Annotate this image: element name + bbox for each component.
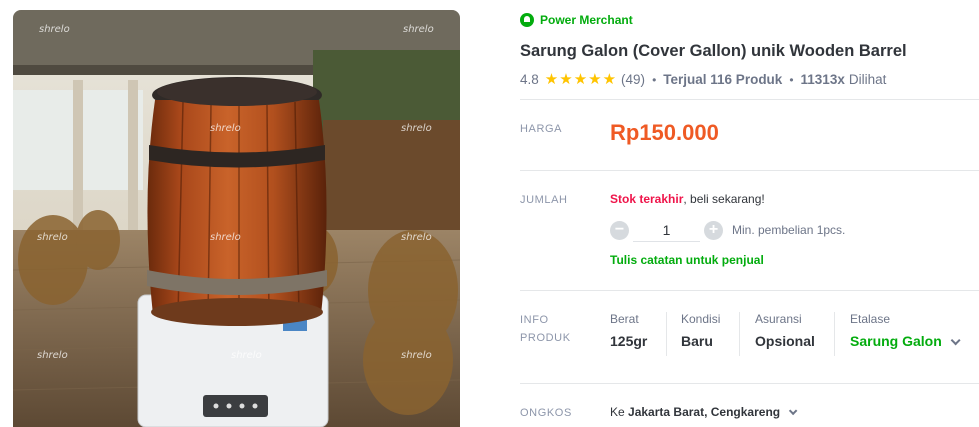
review-count-link[interactable]: (49) — [621, 72, 645, 87]
power-merchant-label: Power Merchant — [540, 13, 633, 27]
minimum-purchase-text: Min. pembelian 1pcs. — [732, 223, 846, 237]
info-berat: Berat 125gr — [610, 312, 647, 349]
chevron-down-icon — [788, 406, 798, 416]
stock-warning: Stok terakhir — [610, 192, 684, 206]
info-produk-label: INFO PRODUK — [520, 311, 571, 347]
star-icon: ★ — [573, 71, 588, 88]
watermark-text: shrelo — [401, 350, 432, 361]
divider — [520, 99, 979, 100]
berat-key: Berat — [610, 312, 639, 326]
info-label-line1: INFO — [520, 314, 549, 326]
star-icon: ★ — [544, 71, 559, 88]
etalase-key: Etalase — [850, 312, 891, 326]
divider — [520, 290, 979, 291]
view-count-suffix: Dilihat — [848, 72, 887, 87]
info-label-line2: PRODUK — [520, 332, 571, 344]
column-divider — [666, 312, 667, 356]
rating-value: 4.8 — [520, 72, 539, 87]
column-divider — [739, 312, 740, 356]
rating-stars: ★ ★ ★ ★ ★ — [545, 72, 617, 87]
increase-quantity-button[interactable]: + — [704, 220, 723, 240]
info-asuransi: Asuransi Opsional — [755, 312, 815, 349]
column-divider — [834, 312, 835, 356]
quantity-stepper: − 1 + Min. pembelian 1pcs. — [610, 218, 845, 242]
separator-dot: • — [652, 72, 657, 87]
watermark-text: shrelo — [403, 24, 434, 35]
shipping-prefix: Ke — [610, 405, 625, 419]
separator-dot: • — [789, 72, 794, 87]
product-price: Rp150.000 — [610, 120, 719, 145]
watermark-text: shrelo — [231, 350, 262, 361]
rating-row: 4.8 ★ ★ ★ ★ ★ (49) • Terjual 116 Produk … — [520, 72, 886, 87]
price-label: HARGA — [520, 123, 563, 135]
berat-value: 125gr — [610, 333, 648, 349]
watermark-text: shrelo — [37, 350, 68, 361]
divider — [520, 383, 979, 384]
star-icon: ★ — [602, 71, 617, 88]
watermark-text: shrelo — [401, 232, 432, 243]
asuransi-value: Opsional — [755, 333, 815, 349]
product-photo-illustration — [13, 10, 460, 427]
watermark-text: shrelo — [39, 24, 70, 35]
asuransi-key: Asuransi — [755, 312, 802, 326]
view-count: 11313x — [800, 72, 845, 87]
watermark-text: shrelo — [37, 232, 68, 243]
shipping-destination: Jakarta Barat, Cengkareng — [628, 405, 781, 419]
stock-message-rest: , beli sekarang! — [683, 192, 765, 206]
watermark-text: shrelo — [210, 232, 241, 243]
star-icon: ★ — [588, 71, 602, 88]
info-etalase: Etalase Sarung Galon — [850, 312, 961, 349]
decrease-quantity-button[interactable]: − — [610, 220, 629, 240]
chevron-down-icon — [950, 335, 961, 346]
quantity-label: JUMLAH — [520, 194, 568, 206]
power-merchant-badge[interactable]: Power Merchant — [520, 13, 633, 27]
etalase-value: Sarung Galon — [850, 333, 942, 349]
stock-message: Stok terakhir, beli sekarang! — [610, 192, 765, 206]
watermark-text: shrelo — [210, 123, 241, 134]
quantity-input[interactable]: 1 — [633, 218, 700, 242]
power-merchant-badge-icon — [520, 13, 534, 27]
kondisi-value: Baru — [681, 333, 713, 349]
sold-count: Terjual 116 Produk — [663, 72, 783, 87]
watermark-text: shrelo — [401, 123, 432, 134]
write-note-link[interactable]: Tulis catatan untuk penjual — [610, 253, 764, 267]
etalase-link[interactable]: Sarung Galon — [850, 333, 961, 349]
kondisi-key: Kondisi — [681, 312, 721, 326]
divider — [520, 170, 979, 171]
product-image[interactable]: shrelo shrelo shrelo shrelo shrelo shrel… — [13, 10, 460, 427]
info-kondisi: Kondisi Baru — [681, 312, 720, 349]
star-icon: ★ — [559, 71, 573, 88]
shipping-destination-selector[interactable]: Ke Jakarta Barat, Cengkareng — [610, 405, 798, 419]
product-title: Sarung Galon (Cover Gallon) unik Wooden … — [520, 42, 907, 60]
shipping-label: ONGKOS — [520, 407, 572, 419]
